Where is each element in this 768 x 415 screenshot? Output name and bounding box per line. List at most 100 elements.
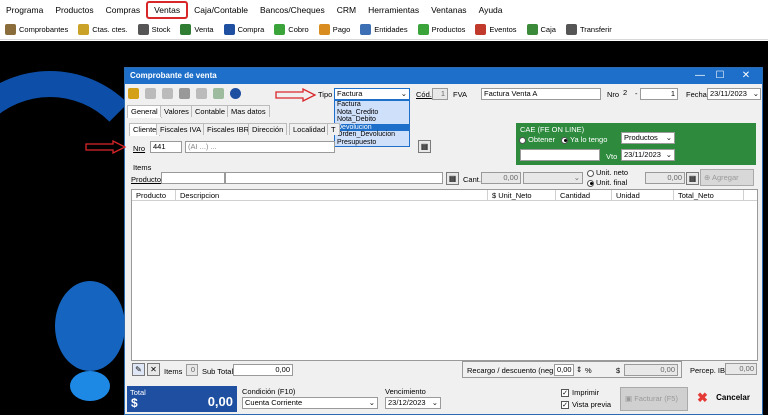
cae-number-field[interactable]: [520, 149, 600, 161]
producto-code-field[interactable]: [161, 172, 225, 184]
tab-localidad[interactable]: Localidad: [289, 123, 330, 135]
total-value: 0,00: [207, 394, 233, 409]
tipo-option-orden-devolucion[interactable]: Orden_Devolucion: [335, 131, 409, 139]
column-header[interactable]: Descripcion: [176, 190, 488, 201]
facturar-button[interactable]: ▣ Facturar (F5): [620, 387, 688, 411]
wallpaper-swirl: [55, 281, 125, 371]
toolbar-venta[interactable]: Venta: [175, 24, 218, 35]
producto-search-icon[interactable]: ▦: [446, 172, 459, 185]
tipo-option-nota-debito[interactable]: Nota_Debito: [335, 116, 409, 124]
toolbar-productos[interactable]: Productos: [413, 24, 471, 35]
price-calc-icon[interactable]: ▦: [686, 172, 699, 185]
unit-final-radio[interactable]: Unit. final: [587, 178, 627, 187]
menu-bancos-cheques[interactable]: Bancos/Cheques: [254, 1, 331, 19]
close-button[interactable]: ✕: [739, 69, 753, 83]
column-header[interactable]: $ Unit_Neto: [488, 190, 556, 201]
tab-general[interactable]: General: [127, 105, 162, 118]
toolbar-compra[interactable]: Compra: [219, 24, 270, 35]
fecha-field[interactable]: 23/11/2023 ⌄: [707, 88, 761, 100]
menu-caja-contable[interactable]: Caja/Contable: [188, 1, 254, 19]
cliente-nro-field[interactable]: 441: [150, 141, 182, 153]
tab-valores[interactable]: Valores: [160, 105, 193, 117]
minimize-button[interactable]: —: [693, 69, 707, 83]
tipo-option-factura[interactable]: Factura: [335, 101, 409, 109]
toolbar-comprobantes[interactable]: Comprobantes: [0, 24, 73, 35]
recargo-stepper-icon[interactable]: ⇕: [576, 365, 582, 374]
unit-select[interactable]: ⌄: [523, 172, 583, 184]
imprimir-checkbox[interactable]: ✓ Imprimir: [561, 388, 599, 398]
cae-productos-select[interactable]: Productos ⌄: [621, 132, 675, 144]
cae-ya-tengo-radio[interactable]: Ya lo tengo: [561, 135, 607, 144]
price-icon[interactable]: [162, 88, 173, 99]
tipo-option-presupuesto[interactable]: Presupuesto: [335, 138, 409, 146]
agregar-button[interactable]: ⊕ Agregar: [700, 169, 754, 186]
tab-mas-datos[interactable]: Mas datos: [227, 105, 270, 117]
menu-productos[interactable]: Productos: [49, 1, 99, 19]
toolbar-eventos[interactable]: Eventos: [470, 24, 521, 35]
cod-number-field[interactable]: 1: [432, 88, 448, 100]
producto-description-field[interactable]: [225, 172, 443, 184]
delete-row-icon[interactable]: ✕: [147, 363, 160, 376]
toolbar-entidades[interactable]: Entidades: [355, 24, 412, 35]
subtotal-field: 0,00: [233, 364, 293, 376]
window-title: Comprobante de venta: [130, 71, 217, 80]
tipo-option-nota-credito[interactable]: Nota_Credito: [335, 108, 409, 116]
column-header[interactable]: Unidad: [612, 190, 674, 201]
help-icon[interactable]: [230, 88, 241, 99]
tab-fiscales-iva[interactable]: Fiscales IVA: [156, 123, 206, 135]
window-toolbar: [128, 88, 244, 99]
price-field[interactable]: 0,00: [645, 172, 685, 184]
toolbar-stock[interactable]: Stock: [133, 24, 176, 35]
items-count-field: 0: [186, 364, 198, 376]
unit-neto-radio[interactable]: Unit. neto: [587, 168, 628, 177]
print-icon[interactable]: [179, 88, 190, 99]
tipo-select[interactable]: Factura ⌄: [334, 88, 410, 100]
menu-herramientas[interactable]: Herramientas: [362, 1, 425, 19]
condicion-label: Condición (F10): [242, 387, 296, 396]
cancelar-button[interactable]: ✖ Cancelar: [695, 387, 759, 411]
recargo-pct-field[interactable]: 0,00: [554, 364, 574, 376]
cant-field[interactable]: 0,00: [481, 172, 521, 184]
toolbar-cobro[interactable]: Cobro: [269, 24, 313, 35]
tab-contable[interactable]: Contable: [191, 105, 230, 117]
toolbar-label: Transferir: [579, 25, 612, 34]
tab-fiscales-ibr[interactable]: Fiscales IBR: [203, 123, 254, 135]
menu-programa[interactable]: Programa: [0, 1, 49, 19]
column-header[interactable]: Producto: [132, 190, 176, 201]
column-header[interactable]: Total_Neto: [674, 190, 744, 201]
cae-obtener-radio[interactable]: Obtener: [519, 135, 555, 144]
toolbar-label: Comprobantes: [19, 25, 69, 34]
new-document-icon[interactable]: [128, 88, 139, 99]
maximize-button[interactable]: ☐: [713, 69, 727, 83]
cliente-search-icon[interactable]: ▦: [418, 140, 431, 153]
edit-row-icon[interactable]: ✎: [132, 363, 145, 376]
menu-compras[interactable]: Compras: [100, 1, 146, 19]
toolbar-transferir[interactable]: Transferir: [561, 24, 617, 35]
chevron-down-icon: ⌄: [431, 398, 438, 407]
condicion-select[interactable]: Cuenta Corriente ⌄: [242, 397, 378, 409]
tab-more[interactable]: T: [327, 123, 340, 135]
toolbar-caja[interactable]: Caja: [522, 24, 561, 35]
vencimiento-field[interactable]: 23/12/2023 ⌄: [385, 397, 441, 409]
tipo-option-devolucion[interactable]: Devolucion: [335, 123, 409, 131]
menu-crm[interactable]: CRM: [331, 1, 362, 19]
menu-ayuda[interactable]: Ayuda: [473, 1, 509, 19]
whatsapp-icon[interactable]: [213, 88, 224, 99]
menu-ventas[interactable]: Ventas: [146, 1, 189, 19]
pdf-icon[interactable]: [196, 88, 207, 99]
menu-ventanas[interactable]: Ventanas: [425, 1, 472, 19]
recargo-amount-field[interactable]: 0,00: [624, 364, 678, 376]
vista-previa-checkbox[interactable]: ✓ Vista previa: [561, 400, 611, 410]
cod-name-field[interactable]: Factura Venta A: [481, 88, 601, 100]
toolbar-pago[interactable]: Pago: [314, 24, 356, 35]
cant-label: Cant.: [463, 175, 481, 184]
cae-vto-field[interactable]: 23/11/2023 ⌄: [621, 149, 675, 161]
column-header[interactable]: Cantidad: [556, 190, 612, 201]
edit-icon[interactable]: [145, 88, 156, 99]
nro-number-field[interactable]: 1: [640, 88, 678, 100]
toolbar-ctas-ctes[interactable]: Ctas. ctes.: [73, 24, 132, 35]
cliente-name-field[interactable]: (AI ...) ...: [185, 141, 335, 153]
toolbar-label: Ctas. ctes.: [92, 25, 128, 34]
tab-direccion[interactable]: Dirección: [248, 123, 288, 135]
nro-pv-field[interactable]: 2: [621, 88, 635, 100]
